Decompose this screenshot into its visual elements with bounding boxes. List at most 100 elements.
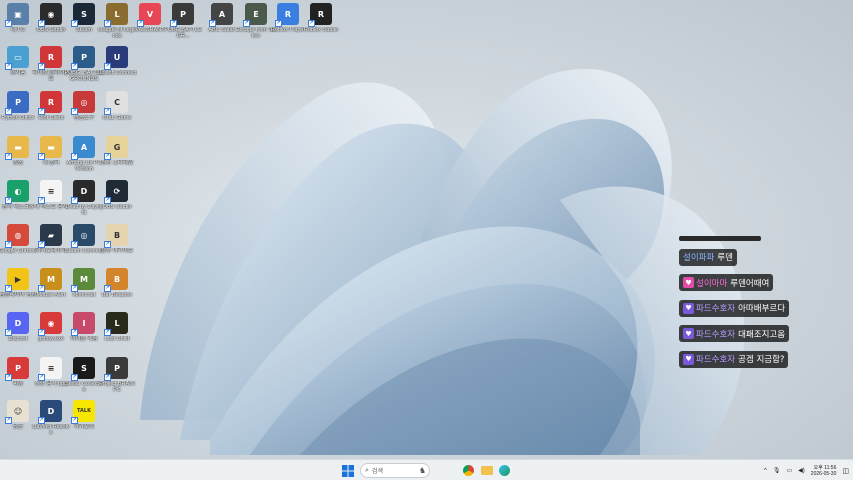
app-glyph: E	[253, 9, 259, 19]
desktop-icon[interactable]: ◐ ↗ 원격 데스크톱	[1, 180, 35, 210]
desktop-icon[interactable]: ⟳ ↗ OBS Studio	[100, 180, 134, 210]
shortcut-arrow-icon: ↗	[71, 374, 78, 381]
desktop-icon[interactable]: ◍ ↗ Google Chrome	[0, 224, 37, 254]
desktop-icon[interactable]: S ↗ Steam	[67, 3, 101, 33]
app-glyph: ⟳	[113, 186, 121, 196]
desktop-icon[interactable]: E ↗ Escape from Tarkov	[236, 3, 276, 39]
desktop-icon[interactable]: ▶ ↗ 곰플레이어 영상	[0, 268, 36, 298]
desktop-icon-label: Crab Game	[102, 115, 132, 121]
chat-message-list: 설이파파 루덴 ♥ 설이마마 루덴어때여 ♥ 파드수호자 아따배부르다 ♥ 파드수호자 대패조지고옴…	[679, 247, 839, 374]
desktop-icon[interactable]: L ↗ League of Legends	[98, 3, 136, 39]
notification-icon[interactable]: ◫	[842, 467, 849, 475]
shortcut-arrow-icon: ↗	[5, 285, 12, 292]
app-glyph: ◐	[14, 186, 22, 196]
shortcut-arrow-icon: ↗	[38, 197, 45, 204]
desktop-icon[interactable]: ☺ ↗ 당근	[1, 400, 35, 430]
desktop-icon[interactable]: ▭ ↗ 휴지통	[1, 46, 35, 76]
desktop-icon[interactable]: G ↗ 원신 스타레일	[100, 136, 134, 166]
app-glyph: S	[81, 363, 87, 373]
app-icon: D ↗	[5, 312, 29, 336]
desktop-icon[interactable]: P ↗ Python Office	[1, 91, 35, 121]
horse-icon: ♞	[418, 466, 426, 475]
shortcut-arrow-icon: ↗	[104, 329, 111, 336]
desktop-icon[interactable]: D ↗ Discord	[1, 312, 35, 342]
app-glyph: P	[114, 363, 120, 373]
desktop-icon[interactable]: A ↗ ABC Safari	[205, 3, 239, 33]
desktop-icon[interactable]: I ↗ 아이돌 게임	[67, 312, 101, 342]
desktop-icon[interactable]: D ↗ Dead by Daylight	[65, 180, 103, 216]
desktop-icon[interactable]: B ↗ Bar Beatbox	[100, 268, 134, 298]
taskbar: ⌕ 검색 ♞ ^ 🎙︎ ▭ ◀) 오후 11:56 2026-05-30 ◫	[0, 459, 853, 480]
desktop-icon[interactable]: ◎ ↗ Steam Connect	[65, 224, 103, 254]
desktop-icon[interactable]: A ↗ Among Us PC Version	[67, 136, 101, 172]
shortcut-arrow-icon: ↗	[71, 108, 78, 115]
desktop-icon[interactable]: D ↗ DaVinci Resolve	[32, 400, 70, 436]
desktop-icon[interactable]: ▣ ↗ 내 PC	[1, 3, 35, 33]
volume-icon[interactable]: ◀)	[798, 467, 805, 474]
app-glyph: G	[113, 142, 121, 152]
desktop-icon[interactable]: P ↗ PUBG BATTLEGR...	[164, 3, 202, 39]
shortcut-arrow-icon: ↗	[71, 241, 78, 248]
desktop-icon[interactable]: P ↗ 피망	[1, 357, 35, 387]
app-icon: ▭ ↗	[5, 46, 29, 70]
heart-badge-icon: ♥	[683, 328, 694, 339]
desktop-icon[interactable]: P ↗ PUBG: BATTLEGROUNDS	[64, 46, 104, 82]
app-icon: R ↗	[38, 91, 62, 115]
desktop-icon[interactable]: ≡ ↗ 새 텍스트 문서	[34, 180, 68, 210]
clock[interactable]: 오후 11:56 2026-05-30	[811, 465, 837, 477]
app-icon: R ↗	[308, 3, 332, 27]
heart-badge-icon: ♥	[683, 277, 694, 288]
shortcut-arrow-icon: ↗	[5, 374, 12, 381]
app-glyph: ≡	[47, 363, 55, 373]
tray-expand-icon[interactable]: ^	[764, 468, 767, 474]
desktop-icon[interactable]: M ↗ Mouse Alert	[34, 268, 68, 298]
desktop-icon[interactable]: R ↗ Roblox Player	[271, 3, 305, 33]
app-glyph: P	[81, 52, 87, 62]
app-glyph: ◉	[47, 9, 55, 19]
app-icon: P ↗	[104, 357, 128, 381]
desktop-icon-label: Lost Child	[104, 336, 130, 342]
shortcut-arrow-icon: ↗	[38, 417, 45, 424]
microphone-icon[interactable]: 🎙︎	[773, 467, 781, 474]
desktop-icon[interactable]: U ↗ Ubisoft Connect	[97, 46, 137, 76]
desktop-icon[interactable]: S ↗ Stellar Collective	[65, 357, 103, 393]
start-button[interactable]	[340, 463, 355, 478]
desktop-icon[interactable]: TALK ↗ 카카오톡	[67, 400, 101, 430]
desktop-icon[interactable]: L ↗ Lost Child	[100, 312, 134, 342]
desktop-icon[interactable]: R ↗ 라이엇 클라이언트	[33, 46, 69, 82]
desktop-icon-label: PUBG BATTLEGR...	[164, 27, 202, 39]
app-glyph: P	[15, 97, 21, 107]
desktop-icon[interactable]: R ↗ Roblox Studio	[304, 3, 338, 33]
taskbar-search[interactable]: ⌕ 검색 ♞	[360, 463, 430, 478]
desktop-icon[interactable]: ▬ ↗ 방송	[1, 136, 35, 166]
desktop-icon[interactable]: ≡ ↗ 신규 문서 bpp	[34, 357, 68, 387]
shortcut-arrow-icon: ↗	[38, 241, 45, 248]
taskbar-app-chrome[interactable]	[461, 463, 476, 478]
shortcut-arrow-icon: ↗	[5, 63, 12, 70]
desktop-icon[interactable]: M ↗ Minecraft	[67, 268, 101, 298]
desktop-icon[interactable]: ▰ ↗ 카카오페이지	[34, 224, 68, 254]
shortcut-arrow-icon: ↗	[104, 285, 111, 292]
chat-message-row: ♥ 설이마마 루덴어때여	[679, 272, 839, 298]
desktop-icon[interactable]: ◎ ↗ 방송도구	[67, 91, 101, 121]
desktop-icon[interactable]: ◉ ↗ OBS Studio	[34, 3, 68, 33]
chat-username: 파드수호자	[696, 355, 736, 365]
desktop-icon[interactable]: C ↗ Crab Game	[100, 91, 134, 121]
app-icon: B ↗	[104, 268, 128, 292]
chat-message: 설이파파 루덴	[679, 248, 737, 266]
app-icon: ◎ ↗	[71, 91, 95, 115]
taskbar-app-edge[interactable]	[497, 463, 512, 478]
desktop-icon[interactable]: V ↗ VALORANT	[133, 3, 167, 33]
desktop-icon[interactable]: ◉ ↗ gcflow.exe	[34, 312, 68, 342]
desktop-icon[interactable]: R ↗ Riot Client	[34, 91, 68, 121]
app-icon: ≡ ↗	[38, 180, 62, 204]
desktop-icon[interactable]: P ↗ Project BRAIN PC	[99, 357, 135, 393]
desktop-icon[interactable]: ▬ ↗ 새 폴더	[34, 136, 68, 166]
taskbar-app-explorer[interactable]	[479, 463, 494, 478]
app-glyph: ☺	[13, 406, 23, 416]
app-glyph: A	[218, 9, 226, 19]
app-icon: ◎ ↗	[71, 224, 95, 248]
app-icon: L ↗	[104, 312, 128, 336]
network-icon[interactable]: ▭	[787, 467, 793, 474]
desktop-icon[interactable]: B ↗ 블루 아카이브	[100, 224, 134, 254]
